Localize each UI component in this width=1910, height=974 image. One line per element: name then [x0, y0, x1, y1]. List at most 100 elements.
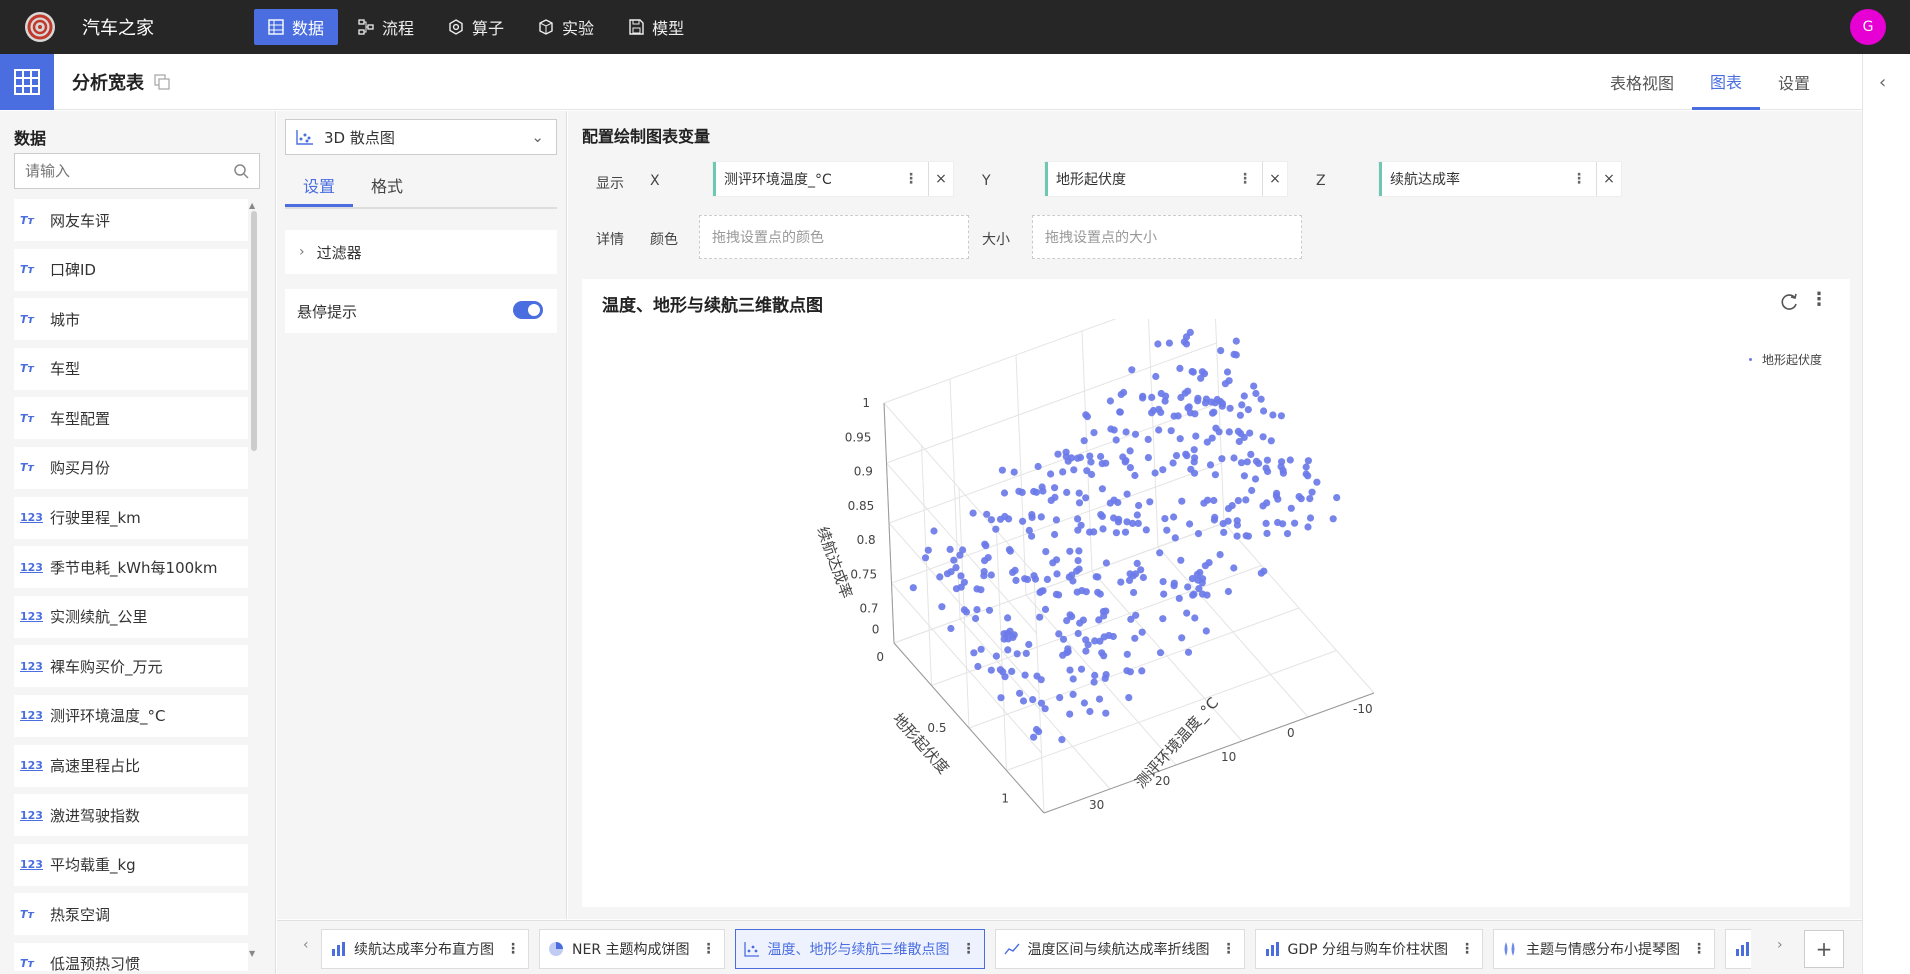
- scatter-point: [983, 510, 991, 518]
- nav-item-4[interactable]: 模型: [614, 9, 698, 45]
- scatter-point: [1131, 634, 1139, 642]
- more-vertical-icon[interactable]: ⋮: [506, 941, 520, 957]
- scatter-point: [1240, 472, 1248, 480]
- detail-row-label: 详情: [596, 232, 624, 248]
- more-vertical-icon[interactable]: ⋮: [1692, 941, 1706, 957]
- scatter-point: [1069, 690, 1077, 698]
- collapse-panel-button[interactable]: ‹: [1862, 54, 1910, 974]
- scatter-point: [1013, 650, 1021, 658]
- more-vertical-icon[interactable]: ⋮: [1222, 941, 1236, 957]
- remove-z-field-icon[interactable]: ×: [1597, 171, 1621, 187]
- scatter-point: [1210, 496, 1218, 505]
- refresh-icon[interactable]: [1778, 291, 1800, 313]
- scatter-point: [1036, 613, 1044, 621]
- scatter-point: [1190, 590, 1198, 598]
- nav-item-3[interactable]: 实验: [524, 9, 608, 45]
- field-item[interactable]: Tт 热泵空调: [14, 893, 248, 936]
- z-field-chip[interactable]: 续航达成率 ⋮ ×: [1378, 161, 1622, 197]
- chart-tab[interactable]: 主题与情感分布小提琴图 ⋮: [1493, 929, 1716, 969]
- nav-item-0[interactable]: 数据: [254, 9, 339, 45]
- filter-section[interactable]: › 过滤器: [285, 230, 557, 274]
- size-drop-zone[interactable]: 拖拽设置点的大小: [1032, 215, 1302, 259]
- header-tab-1[interactable]: 图表: [1691, 54, 1760, 110]
- field-list-scrollbar[interactable]: [251, 211, 257, 451]
- scroll-left-icon[interactable]: ‹: [303, 937, 309, 953]
- more-vertical-icon[interactable]: ⋮: [1810, 289, 1828, 310]
- scroll-up-arrow-icon[interactable]: ▲: [249, 201, 255, 210]
- scatter-point: [1274, 518, 1282, 527]
- field-item[interactable]: Tт 网友车评: [14, 199, 248, 241]
- scatter-point: [1160, 590, 1168, 598]
- scatter-point: [1232, 351, 1240, 359]
- chart-tab[interactable]: 续航达成率分布直方图 ⋮: [321, 929, 529, 969]
- search-icon[interactable]: [233, 163, 249, 179]
- x-field-chip[interactable]: 测评环境温度_°C ⋮ ×: [712, 161, 954, 197]
- chart-config-area: 配置绘制图表变量 显示 X 测评环境温度_°C ⋮ × Y 地形起伏度 ⋮ × Z …: [568, 111, 1862, 919]
- header-tab-0[interactable]: 表格视图: [1592, 54, 1692, 110]
- scatter-point: [1178, 497, 1186, 505]
- user-avatar[interactable]: G: [1850, 9, 1886, 45]
- remove-x-field-icon[interactable]: ×: [929, 171, 953, 187]
- chart-tab[interactable]: 温度、地形与续航三维散点图 ⋮: [734, 929, 985, 969]
- y-field-chip[interactable]: 地形起伏度 ⋮ ×: [1044, 161, 1288, 197]
- app-logo-icon[interactable]: [18, 5, 62, 49]
- more-vertical-icon[interactable]: ⋮: [702, 941, 716, 957]
- field-item[interactable]: Tт 城市: [14, 298, 248, 341]
- hover-tooltip-toggle[interactable]: [513, 301, 543, 319]
- scatter-point: [1098, 485, 1106, 493]
- field-item[interactable]: 123 实测续航_公里: [14, 595, 248, 638]
- scatter-point: [1080, 437, 1088, 445]
- field-item[interactable]: Tт 购买月份: [14, 446, 248, 489]
- chart-tab[interactable]: NER 主题构成饼图 ⋮: [539, 929, 725, 969]
- scatter-point: [1159, 466, 1167, 474]
- field-item[interactable]: 123 平均载重_kg: [14, 843, 248, 886]
- chart-tab-label: 温度区间与续航达成率折线图: [1027, 942, 1210, 958]
- field-search-input[interactable]: [25, 162, 233, 180]
- chart-tab[interactable]: 温度区间与续航达成率折线图 ⋮: [994, 929, 1245, 969]
- scatter-3d-plot[interactable]: 00.70.750.80.850.90.95100.51-100102030续航…: [582, 319, 1850, 907]
- scatter-point: [1151, 469, 1159, 477]
- scatter-point: [980, 568, 988, 576]
- chart-tab[interactable]: GDP 分组与购车价柱状图 ⋮: [1254, 929, 1484, 969]
- scatter-point: [1165, 339, 1173, 347]
- more-vertical-icon[interactable]: ⋮: [1460, 941, 1474, 957]
- scatter-point: [1223, 368, 1232, 376]
- flow-icon: [358, 19, 374, 35]
- field-item[interactable]: Tт 口碑ID: [14, 248, 248, 291]
- nav-item-1[interactable]: 流程: [344, 9, 428, 45]
- scatter-point: [1177, 556, 1185, 564]
- add-chart-button[interactable]: +: [1804, 930, 1844, 968]
- field-item[interactable]: 123 高速里程占比: [14, 744, 248, 787]
- chart-tabs: 续航达成率分布直方图 ⋮ NER 主题构成饼图 ⋮ 温度、地形与续航三维散点图 ⋮ 温度区间…: [321, 929, 1751, 969]
- scatter-point: [1001, 673, 1009, 681]
- scatter-point: [1304, 523, 1312, 531]
- settings-tab-0[interactable]: 设置: [285, 167, 354, 207]
- more-vertical-icon[interactable]: ⋮: [904, 171, 918, 187]
- scatter-point: [1206, 461, 1215, 469]
- field-item[interactable]: Tт 车型配置: [14, 397, 248, 440]
- settings-tab-1[interactable]: 格式: [353, 167, 421, 207]
- table-view-icon: [0, 53, 54, 110]
- chart-type-select[interactable]: 3D 散点图 ⌄: [285, 119, 557, 155]
- color-drop-zone[interactable]: 拖拽设置点的颜色: [699, 215, 969, 259]
- field-item[interactable]: 123 激进驾驶指数: [14, 794, 248, 837]
- header-tab-2[interactable]: 设置: [1760, 54, 1828, 110]
- more-vertical-icon[interactable]: ⋮: [1238, 171, 1252, 187]
- copy-icon[interactable]: [154, 73, 170, 90]
- field-search-box: [14, 153, 260, 189]
- field-item[interactable]: Tт 车型: [14, 347, 248, 390]
- scatter-point: [936, 573, 944, 581]
- scroll-right-icon[interactable]: ›: [1777, 937, 1783, 953]
- more-vertical-icon[interactable]: ⋮: [962, 941, 976, 957]
- more-vertical-icon[interactable]: ⋮: [1572, 171, 1586, 187]
- field-item[interactable]: 123 裸车购买价_万元: [14, 645, 248, 688]
- scroll-down-arrow-icon[interactable]: ▼: [249, 949, 255, 958]
- remove-y-field-icon[interactable]: ×: [1263, 171, 1287, 187]
- field-item[interactable]: Tт 低温预热习惯: [14, 942, 248, 971]
- field-item[interactable]: 123 季节电耗_kWh每100km: [14, 546, 248, 589]
- nav-item-2[interactable]: 算子: [434, 9, 518, 45]
- field-item[interactable]: 123 行驶里程_km: [14, 496, 248, 539]
- scatter-point: [1170, 579, 1178, 587]
- field-item[interactable]: 123 测评环境温度_°C: [14, 694, 248, 737]
- chart-tab[interactable]: 情感等级与评分⋮: [1725, 929, 1751, 969]
